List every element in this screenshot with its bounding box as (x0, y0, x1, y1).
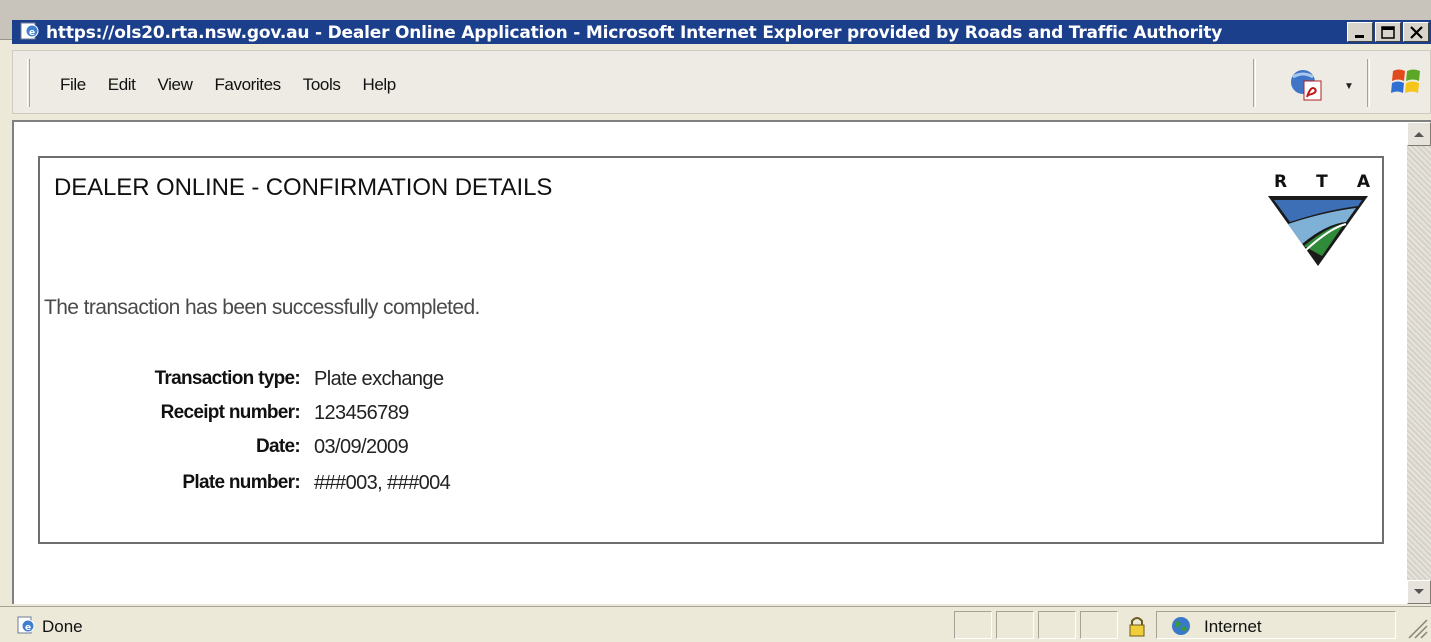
status-cell (996, 611, 1034, 639)
status-cell (954, 611, 992, 639)
page-viewport: DEALER ONLINE - CONFIRMATION DETAILS R T… (12, 120, 1431, 604)
maximize-icon (1381, 26, 1395, 39)
plate-number-label: Plate number: (182, 472, 300, 493)
rta-letter-a: A (1356, 172, 1370, 192)
menu-list: File Edit View Favorites Tools Help (49, 75, 407, 95)
rta-logo-letters: R T A (1274, 172, 1370, 192)
window-controls (1347, 22, 1429, 42)
confirmation-panel: DEALER ONLINE - CONFIRMATION DETAILS R T… (38, 156, 1384, 544)
maximize-button[interactable] (1375, 22, 1401, 42)
toolbar-separator (1367, 59, 1370, 107)
vertical-scrollbar[interactable] (1407, 122, 1431, 604)
menu-view[interactable]: View (147, 75, 204, 95)
minimize-button[interactable] (1347, 22, 1373, 42)
menu-bar: File Edit View Favorites Tools Help ▼ (12, 50, 1431, 114)
rta-letter-t: T (1316, 172, 1328, 192)
status-cell (1080, 611, 1118, 639)
menu-help[interactable]: Help (351, 75, 406, 95)
detail-row: Receipt number: 123456789 (40, 402, 740, 432)
menu-tools[interactable]: Tools (292, 75, 352, 95)
toolbar-separator (1253, 59, 1256, 107)
menu-file[interactable]: File (49, 75, 97, 95)
globe-icon (1172, 617, 1190, 635)
receipt-number-value: 123456789 (314, 402, 409, 424)
transaction-type-label: Transaction type: (154, 368, 301, 389)
transaction-type-value: Plate exchange (314, 368, 444, 390)
close-button[interactable] (1403, 22, 1429, 42)
lock-icon[interactable] (1128, 615, 1146, 637)
date-label: Date: (255, 436, 301, 457)
scroll-up-icon (1414, 132, 1424, 137)
page-title: DEALER ONLINE - CONFIRMATION DETAILS (54, 174, 553, 201)
zone-cell (1156, 611, 1396, 639)
detail-row: Plate number: ###003, ###004 (40, 472, 740, 502)
scroll-down-button[interactable] (1407, 580, 1431, 604)
menu-edit[interactable]: Edit (97, 75, 147, 95)
scroll-up-button[interactable] (1407, 122, 1431, 146)
minimize-icon (1355, 35, 1364, 38)
rta-triangle-icon (1268, 196, 1368, 266)
detail-row: Transaction type: Plate exchange (40, 368, 740, 398)
status-cell (1038, 611, 1076, 639)
page-done-icon: e (17, 616, 35, 634)
status-text: Done (42, 617, 83, 636)
resize-grip-icon[interactable] (1403, 614, 1429, 640)
pdf-icon[interactable] (1285, 67, 1325, 101)
success-message: The transaction has been successfully co… (44, 296, 480, 319)
plate-number-value: ###003, ###004 (314, 472, 451, 494)
toolbar-grip[interactable] (27, 59, 30, 107)
ie-page-icon: e (20, 22, 39, 40)
security-zone-label: Internet (1204, 617, 1262, 636)
svg-text:e: e (29, 28, 35, 38)
receipt-number-label: Receipt number: (160, 402, 301, 423)
window-title: https://ols20.rta.nsw.gov.au - Dealer On… (46, 23, 1223, 43)
status-bar: e Done Internet (0, 606, 1431, 642)
scroll-down-icon (1414, 589, 1424, 594)
rta-letter-r: R (1274, 172, 1288, 192)
detail-row: Date: 03/09/2009 (40, 436, 740, 466)
menu-favorites[interactable]: Favorites (203, 75, 291, 95)
rta-logo: R T A (1266, 172, 1370, 268)
date-value: 03/09/2009 (314, 436, 409, 458)
svg-text:e: e (25, 623, 31, 633)
dropdown-arrow-icon[interactable]: ▼ (1344, 81, 1354, 92)
close-icon (1410, 26, 1423, 39)
title-bar: e https://ols20.rta.nsw.gov.au - Dealer … (0, 0, 1431, 44)
windows-logo-icon (1391, 69, 1420, 93)
